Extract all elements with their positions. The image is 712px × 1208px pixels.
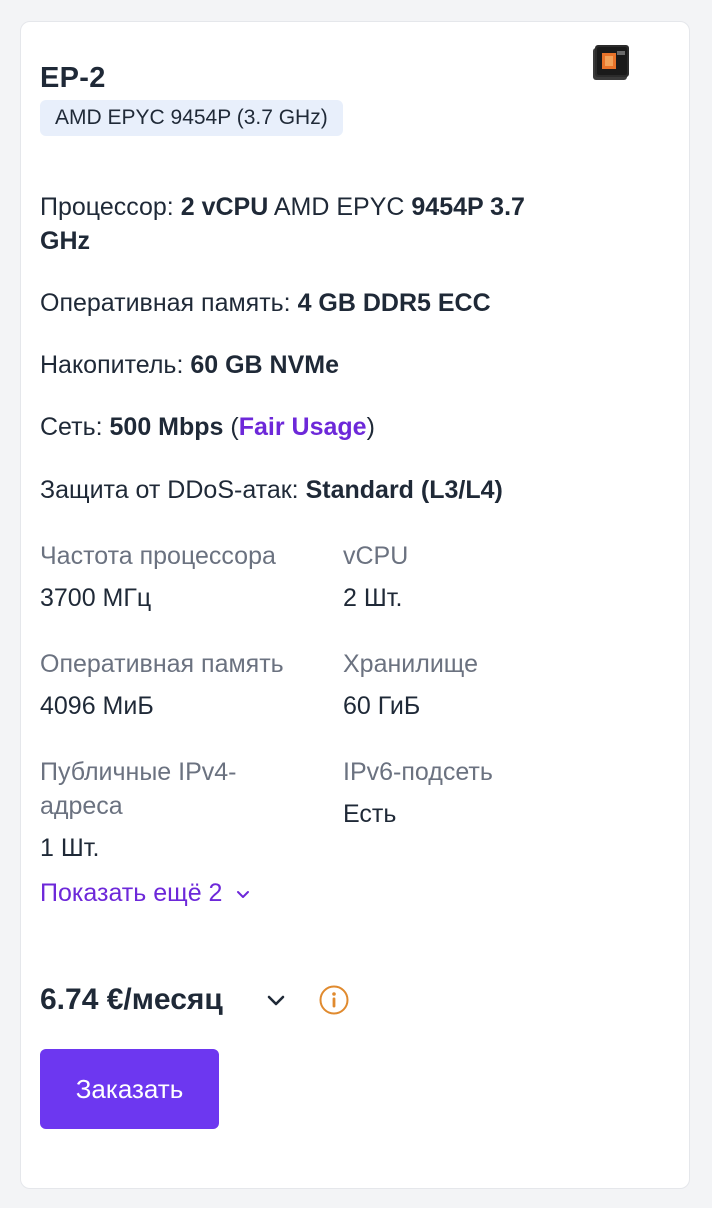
network-value: 500 Mbps [109,413,224,441]
ram-value: 4 GB DDR5 ECC [297,289,491,317]
spec-network: Сеть: 500 Mbps (Fair Usage) [40,410,630,444]
param-storage: Хранилище 60 ГиБ [343,647,623,723]
cpu-chip-icon [591,42,631,82]
param-cpu-frequency: Частота процессора 3700 МГц [40,539,330,615]
param-value: 4096 МиБ [40,692,154,720]
price-label: 6.74 €/месяц [40,983,223,1016]
processor-label: Процессор: [40,193,174,221]
param-value: 3700 МГц [40,584,152,612]
param-label: Хранилище [343,650,478,678]
processor-model: 9454P 3.7 [411,193,525,221]
processor-brand: AMD EPYC [273,193,405,221]
spec-processor: Процессор: 2 vCPU AMD EPYC 9454P 3.7 GHz [40,190,630,258]
spec-ddos: Защита от DDoS-атак: Standard (L3/L4) [40,473,630,507]
network-close-paren: ) [366,413,375,441]
param-value: Есть [343,800,397,828]
price-period-chevron-icon[interactable] [264,988,288,1012]
network-label: Сеть: [40,413,103,441]
network-open-paren: ( [230,413,239,441]
storage-value: 60 GB NVMe [190,351,340,379]
storage-label: Накопитель: [40,351,184,379]
cpu-badge: AMD EPYC 9454P (3.7 GHz) [40,100,343,136]
fair-usage-link[interactable]: Fair Usage [239,413,367,441]
param-value: 60 ГиБ [343,692,421,720]
param-label: IPv6-подсеть [343,758,493,786]
param-label: Частота процессора [40,542,276,570]
ddos-value: Standard (L3/L4) [305,476,503,504]
param-label: Публичные IPv4- адреса [40,758,237,820]
show-more-label: Показать ещё 2 [40,879,223,907]
spec-storage: Накопитель: 60 GB NVMe [40,348,630,382]
chevron-down-icon [237,891,250,899]
plan-title: EP-2 [40,62,106,94]
order-button[interactable]: Заказать [40,1049,219,1129]
param-value: 1 Шт. [40,834,100,862]
ram-label: Оперативная память: [40,289,291,317]
param-value: 2 Шт. [343,584,403,612]
show-more-link[interactable]: Показать ещё 2 [40,876,251,910]
ddos-label: Защита от DDoS-атак: [40,476,299,504]
processor-freq: GHz [40,227,90,255]
info-icon[interactable] [318,984,350,1016]
param-vcpu: vCPU 2 Шт. [343,539,623,615]
param-ipv4: Публичные IPv4- адреса 1 Шт. [40,755,330,865]
param-ipv6: IPv6-подсеть Есть [343,755,623,831]
param-label: vCPU [343,542,409,570]
spec-ram: Оперативная память: 4 GB DDR5 ECC [40,286,630,320]
param-ram: Оперативная память 4096 МиБ [40,647,340,723]
param-label: Оперативная память [40,650,284,678]
processor-vcpu: 2 vCPU [180,193,269,221]
